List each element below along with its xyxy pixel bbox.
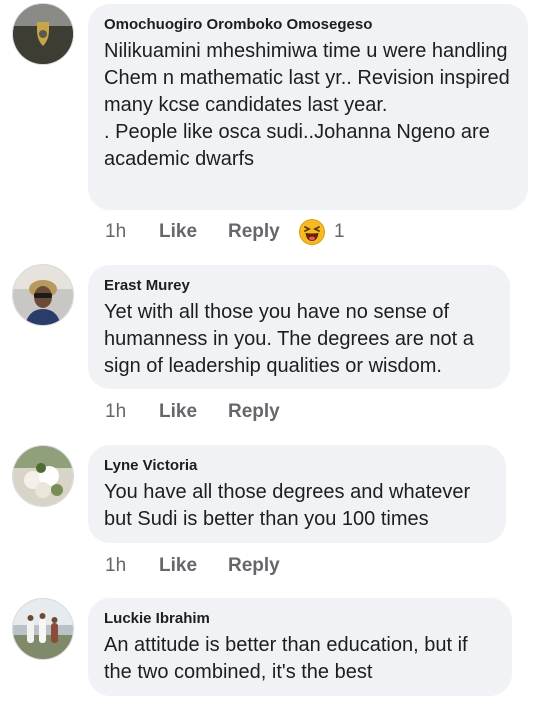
like-button[interactable]: Like	[159, 221, 228, 243]
comment-author[interactable]: Luckie Ibrahim	[104, 610, 496, 628]
comment-timestamp[interactable]: 1h	[105, 221, 159, 243]
comment-author[interactable]: Erast Murey	[104, 277, 494, 295]
haha-emoji-icon	[299, 219, 325, 245]
reaction-count: 1	[334, 221, 345, 242]
comment-text: An attitude is better than education, bu…	[104, 634, 468, 683]
comment-timestamp[interactable]: 1h	[105, 555, 159, 577]
avatar-image	[13, 599, 73, 659]
like-button[interactable]: Like	[159, 401, 228, 423]
comment-text: Nilikuamini mheshimiwa time u were handl…	[104, 40, 510, 170]
avatar-image	[13, 265, 73, 325]
avatar-image	[13, 446, 73, 506]
reply-button[interactable]: Reply	[228, 221, 298, 243]
avatar[interactable]	[12, 598, 74, 660]
comment-actions: 1h Like Reply 1	[105, 218, 345, 246]
comment-text: You have all those degrees and whatever …	[104, 481, 471, 530]
comment-author[interactable]: Lyne Victoria	[104, 457, 490, 475]
reaction-summary[interactable]: 1	[298, 218, 345, 246]
reply-button[interactable]: Reply	[228, 555, 298, 577]
comment-actions: 1h Like Reply	[105, 552, 298, 580]
like-button[interactable]: Like	[159, 555, 228, 577]
avatar[interactable]	[12, 264, 74, 326]
comment-text: Yet with all those you have no sense of …	[104, 301, 474, 377]
reply-button[interactable]: Reply	[228, 401, 298, 423]
comment-timestamp[interactable]: 1h	[105, 401, 159, 423]
comment-bubble: Omochuogiro Oromboko Omosegeso Nilikuami…	[88, 4, 528, 210]
comment-author[interactable]: Omochuogiro Oromboko Omosegeso	[104, 16, 512, 34]
avatar-image	[13, 4, 73, 64]
avatar[interactable]	[12, 445, 74, 507]
avatar[interactable]	[12, 3, 74, 65]
comment-bubble: Erast Murey Yet with all those you have …	[88, 265, 510, 389]
comment-bubble: Luckie Ibrahim An attitude is better tha…	[88, 598, 512, 696]
comment-actions: 1h Like Reply	[105, 398, 298, 426]
comment-bubble: Lyne Victoria You have all those degrees…	[88, 445, 506, 543]
